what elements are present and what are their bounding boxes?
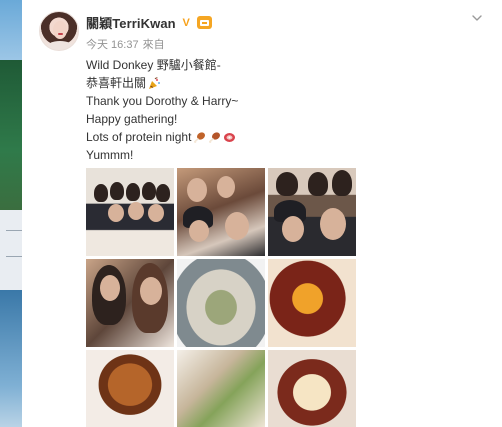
author-row: 關穎TerriKwan V (86, 13, 212, 32)
figure (94, 184, 108, 202)
photo-group-selfie[interactable] (177, 168, 265, 256)
verified-v-icon: V (182, 16, 190, 29)
post-line: Yummm! (86, 146, 486, 164)
author-avatar[interactable] (39, 11, 79, 51)
background-page-edge (0, 210, 22, 290)
post-line-text: Lots of protein night (86, 130, 192, 144)
divider (6, 256, 22, 257)
photo-appetizers[interactable] (177, 350, 265, 427)
party-popper-icon (149, 76, 160, 89)
figure (332, 170, 352, 196)
photo-oyster[interactable] (177, 259, 265, 347)
post-line: Lots of protein night (86, 128, 486, 146)
chevron-down-icon[interactable] (471, 12, 483, 24)
weibo-post-card: 關穎TerriKwan V 今天 16:37 來自 Wild Donkey 野驢… (22, 0, 502, 427)
avatar-lip (58, 33, 63, 35)
post-line: Thank you Dorothy & Harry~ (86, 92, 486, 110)
figure (282, 216, 304, 242)
post-line-text: Yummm! (86, 148, 134, 162)
photo-dessert[interactable] (268, 350, 356, 427)
figure (142, 182, 156, 200)
post-source: 來自 (142, 39, 165, 51)
figure (189, 220, 209, 242)
photo-roast-meat[interactable] (86, 350, 174, 427)
post-line: Happy gathering! (86, 110, 486, 128)
post-meta: 今天 16:37 來自 (86, 36, 165, 52)
author-name[interactable]: 關穎TerriKwan (86, 13, 176, 32)
avatar-face (53, 21, 67, 39)
post-line-text: Wild Donkey 野驢小餐館- (86, 58, 221, 72)
figure (100, 275, 120, 301)
post-time[interactable]: 今天 16:37 (86, 36, 139, 52)
post-line-text: Thank you Dorothy & Harry~ (86, 94, 239, 108)
background-sea (0, 290, 22, 427)
figure (308, 172, 328, 196)
figure (110, 182, 124, 200)
drumstick-icon (194, 131, 206, 143)
post-line-text: Happy gathering! (86, 112, 178, 126)
photo-sliced-meat[interactable] (268, 259, 356, 347)
photo-group-dinner[interactable] (86, 168, 174, 256)
post-line-text: 恭喜軒出關 (86, 76, 147, 90)
figure (140, 277, 162, 305)
post-line: Wild Donkey 野驢小餐館- (86, 56, 486, 74)
background-sky (0, 0, 22, 60)
desktop-background (0, 0, 22, 427)
figure (148, 204, 164, 222)
drumstick-icon (209, 131, 221, 143)
figure (187, 178, 207, 202)
figure (225, 212, 249, 240)
figure (108, 204, 124, 222)
photo-grid (86, 168, 356, 427)
divider (6, 230, 22, 231)
figure (128, 202, 144, 220)
figure (320, 208, 346, 240)
meat-icon (224, 132, 236, 142)
post-line: 恭喜軒出關 (86, 74, 486, 92)
post-text: Wild Donkey 野驢小餐館- 恭喜軒出關 Thank you Dorot… (86, 56, 486, 164)
figure (156, 184, 170, 202)
photo-two-women[interactable] (86, 259, 174, 347)
background-palm-trees (0, 60, 22, 210)
figure (276, 172, 298, 196)
member-crown-icon[interactable] (196, 16, 212, 29)
figure (217, 176, 235, 198)
photo-group-selfie-hats[interactable] (268, 168, 356, 256)
figure (126, 183, 140, 201)
avatar-shoulder (46, 41, 74, 50)
